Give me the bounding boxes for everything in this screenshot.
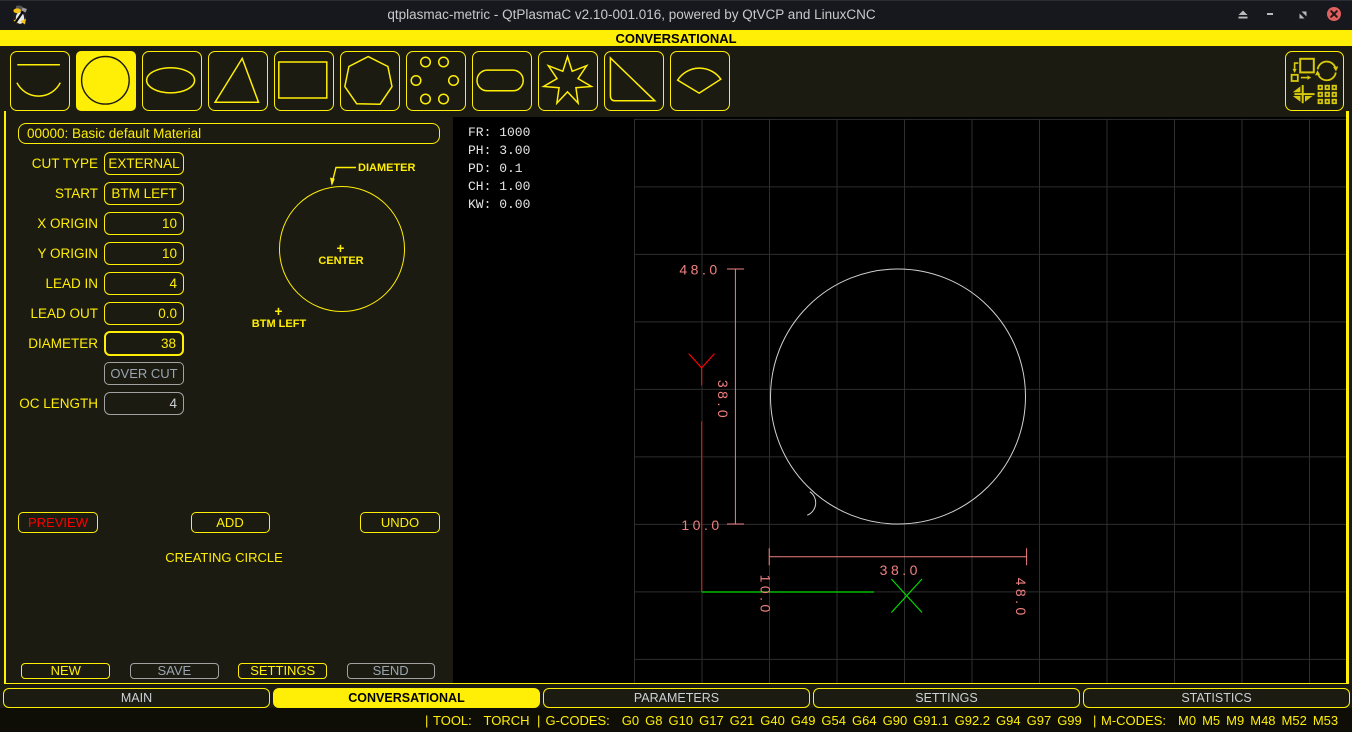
svg-text:48.0: 48.0: [679, 261, 720, 277]
svg-text:48.0: 48.0: [1013, 578, 1029, 619]
svg-text:10.0: 10.0: [757, 575, 773, 616]
svg-text:38.0: 38.0: [880, 562, 921, 578]
svg-text:38.0: 38.0: [715, 380, 731, 421]
svg-text:10.0: 10.0: [681, 517, 722, 533]
